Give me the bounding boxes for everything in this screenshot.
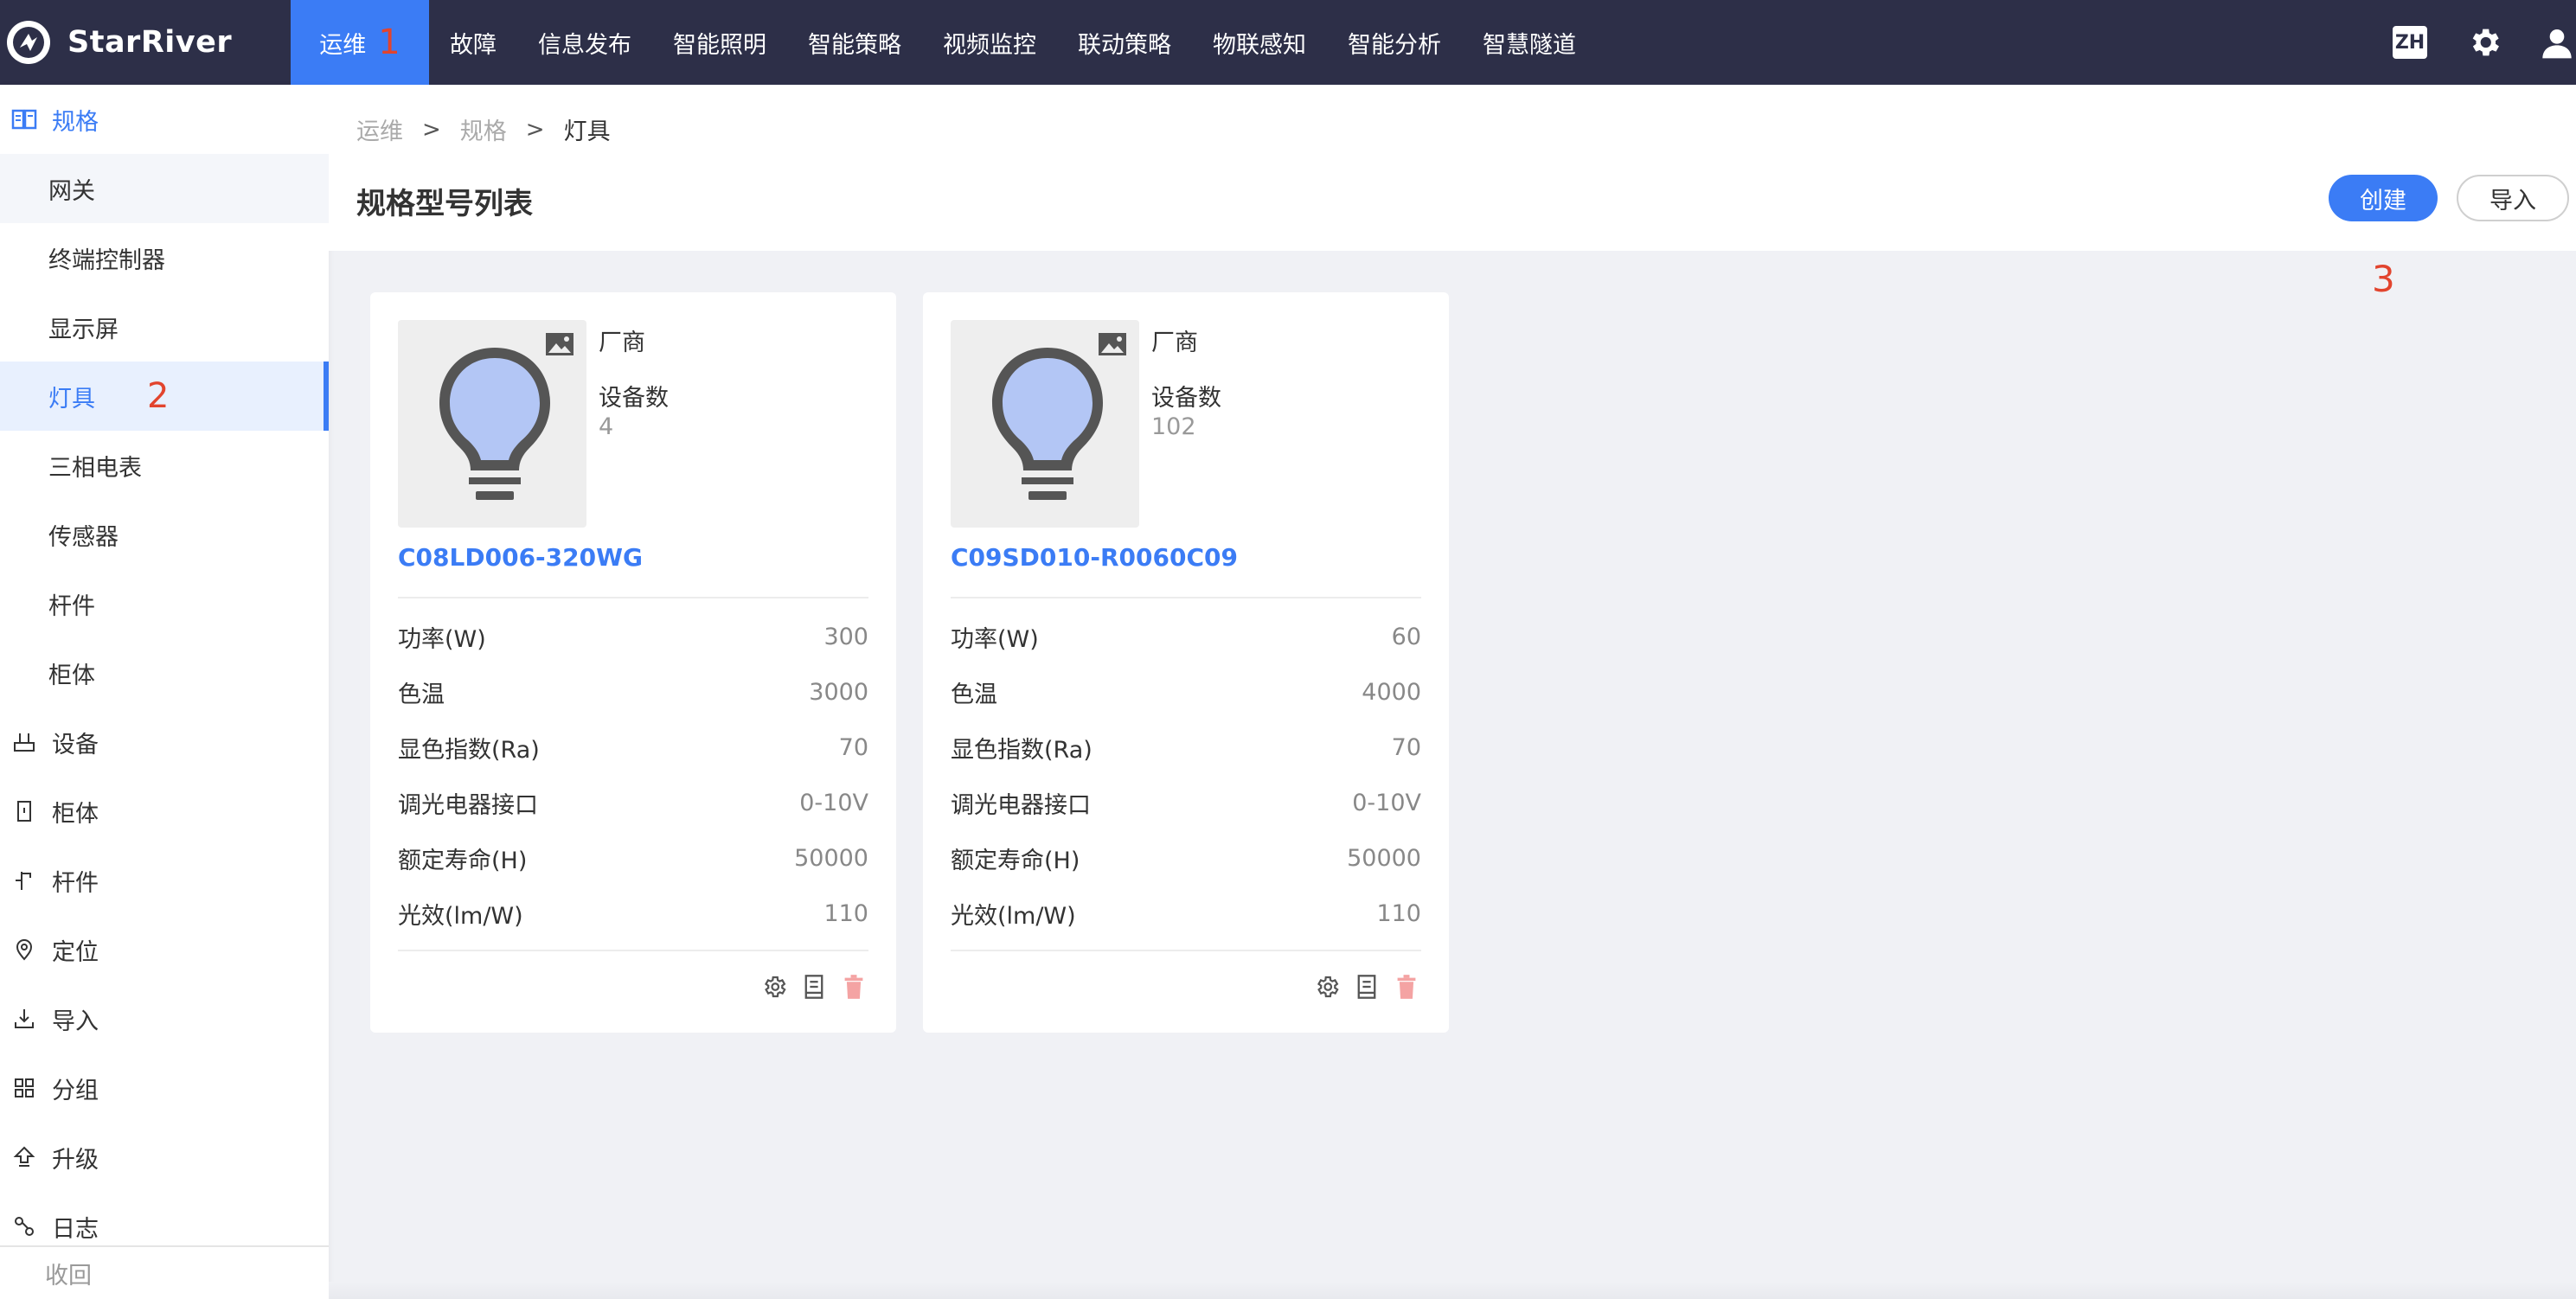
nav-item-fault[interactable]: 故障 xyxy=(429,0,517,85)
card-divider xyxy=(398,950,868,951)
document-icon[interactable] xyxy=(799,972,829,1001)
card-actions xyxy=(1312,972,1421,1001)
spec-row-color-temp: 色温 4000 xyxy=(951,678,1421,708)
location-icon xyxy=(9,934,40,965)
card-divider xyxy=(951,950,1421,951)
chevron-right-icon: > xyxy=(525,116,545,143)
model-link[interactable]: C08LD006-320WG xyxy=(398,543,643,572)
light-bulb-icon xyxy=(439,348,550,500)
device-count-value: 102 xyxy=(1151,413,1196,440)
sidebar-item-pole[interactable]: 杆件 xyxy=(0,846,329,915)
breadcrumb-spec[interactable]: 规格 xyxy=(460,112,507,146)
spec-row-efficacy: 光效(lm/W) 110 xyxy=(398,899,868,930)
sidebar: 规格 网关 终端控制器 显示屏 灯具 2 三相电表 传感器 杆件 柜体 设备 柜… xyxy=(0,85,329,1299)
spec-row-power: 功率(W) 60 xyxy=(951,623,1421,653)
sidebar-item-display[interactable]: 显示屏 xyxy=(0,292,329,362)
grid-icon xyxy=(9,1072,40,1104)
breadcrumb-lamp: 灯具 xyxy=(563,118,611,145)
spec-row-lifetime: 额定寿命(H) 50000 xyxy=(951,844,1421,874)
settings-icon[interactable] xyxy=(759,972,789,1001)
sidebar-item-upgrade[interactable]: 升级 xyxy=(0,1123,329,1192)
model-link[interactable]: C09SD010-R0060C09 xyxy=(951,543,1238,572)
sidebar-item-cabinet[interactable]: 柜体 xyxy=(0,777,329,846)
spec-row-cri: 显色指数(Ra) 70 xyxy=(398,733,868,764)
log-icon xyxy=(9,1211,40,1242)
nav-item-ops[interactable]: 运维 1 xyxy=(291,0,429,85)
nav-item-linkage[interactable]: 联动策略 xyxy=(1057,0,1192,85)
spec-card[interactable]: 厂商 设备数 102 C09SD010-R0060C09 功率(W) 60 色温 4… xyxy=(923,292,1449,1033)
create-button[interactable]: 创建 xyxy=(2329,175,2438,221)
import-icon xyxy=(9,1003,40,1034)
nav-item-info-publish[interactable]: 信息发布 xyxy=(517,0,652,85)
sidebar-item-import[interactable]: 导入 xyxy=(0,984,329,1053)
nav-item-smart-lighting[interactable]: 智能照明 xyxy=(652,0,787,85)
card-divider xyxy=(951,597,1421,598)
spec-row-dimming: 调光电器接口 0-10V xyxy=(398,789,868,819)
step-marker-3: 3 xyxy=(2372,258,2395,300)
top-nav-bar: StarRiver 运维 1 故障 信息发布 智能照明 智能策略 视频监控 联动… xyxy=(0,0,2576,85)
spec-row-dimming: 调光电器接口 0-10V xyxy=(951,789,1421,819)
card-divider xyxy=(398,597,868,598)
step-marker-2: 2 xyxy=(147,376,170,416)
delete-icon[interactable] xyxy=(1392,972,1421,1001)
lamp-thumbnail[interactable] xyxy=(398,320,586,528)
sidebar-item-device[interactable]: 设备 xyxy=(0,707,329,777)
spec-row-color-temp: 色温 3000 xyxy=(398,678,868,708)
nav-item-analysis[interactable]: 智能分析 xyxy=(1327,0,1462,85)
nav-item-tunnel[interactable]: 智慧隧道 xyxy=(1462,0,1597,85)
lamp-thumbnail[interactable] xyxy=(951,320,1139,528)
page-bottom-edge xyxy=(329,1282,2576,1299)
vendor-label: 厂商 xyxy=(1151,330,1198,356)
sidebar-item-pole-spec[interactable]: 杆件 xyxy=(0,569,329,638)
language-switch-button[interactable]: ZH xyxy=(2393,26,2427,59)
delete-icon[interactable] xyxy=(839,972,868,1001)
vendor-label: 厂商 xyxy=(599,330,645,356)
device-count-label: 设备数 xyxy=(599,385,669,412)
sidebar-item-group[interactable]: 分组 xyxy=(0,1053,329,1123)
page-title: 规格型号列表 xyxy=(356,187,533,221)
spec-row-cri: 显色指数(Ra) 70 xyxy=(951,733,1421,764)
light-bulb-icon xyxy=(992,348,1103,500)
sidebar-item-cabinet-spec[interactable]: 柜体 xyxy=(0,638,329,707)
book-icon xyxy=(9,104,40,135)
breadcrumb-ops[interactable]: 运维 xyxy=(356,112,403,146)
settings-icon[interactable] xyxy=(1312,972,1342,1001)
nav-item-video[interactable]: 视频监控 xyxy=(922,0,1057,85)
spec-card[interactable]: 厂商 设备数 4 C08LD006-320WG 功率(W) 300 色温 3000 … xyxy=(370,292,896,1033)
device-count-label: 设备数 xyxy=(1151,385,1221,412)
breadcrumb: 运维 > 规格 > 灯具 xyxy=(356,112,611,146)
spec-row-lifetime: 额定寿命(H) 50000 xyxy=(398,844,868,874)
user-icon[interactable] xyxy=(2538,23,2576,61)
sidebar-item-sensor[interactable]: 传感器 xyxy=(0,500,329,569)
document-icon[interactable] xyxy=(1352,972,1381,1001)
gear-icon[interactable] xyxy=(2465,23,2503,61)
logo-mark-icon xyxy=(7,21,50,64)
nav-item-smart-strategy[interactable]: 智能策略 xyxy=(787,0,922,85)
app-logo[interactable]: StarRiver xyxy=(0,0,291,85)
upgrade-icon xyxy=(9,1142,40,1173)
card-actions xyxy=(759,972,868,1001)
device-count-value: 4 xyxy=(599,413,614,440)
spec-row-efficacy: 光效(lm/W) 110 xyxy=(951,899,1421,930)
page-header: 运维 > 规格 > 灯具 规格型号列表 创建 导入 xyxy=(329,85,2576,251)
sidebar-item-meter[interactable]: 三相电表 xyxy=(0,431,329,500)
step-marker-1: 1 xyxy=(378,22,400,62)
sidebar-group-spec[interactable]: 规格 xyxy=(0,85,329,154)
sidebar-item-gateway[interactable]: 网关 xyxy=(0,154,329,223)
image-icon xyxy=(1099,333,1126,355)
main-nav: 运维 1 故障 信息发布 智能照明 智能策略 视频监控 联动策略 物联感知 智能… xyxy=(291,0,1597,85)
sidebar-item-terminal-controller[interactable]: 终端控制器 xyxy=(0,223,329,292)
sidebar-collapse-button[interactable]: 收回 xyxy=(0,1245,329,1299)
import-button[interactable]: 导入 xyxy=(2457,175,2569,221)
cabinet-icon xyxy=(9,796,40,827)
sidebar-item-location[interactable]: 定位 xyxy=(0,915,329,984)
chevron-right-icon: > xyxy=(422,116,441,143)
nav-item-iot-sensing[interactable]: 物联感知 xyxy=(1192,0,1327,85)
device-icon xyxy=(9,726,40,758)
pole-icon xyxy=(9,865,40,896)
image-icon xyxy=(546,333,574,355)
spec-row-power: 功率(W) 300 xyxy=(398,623,868,653)
sidebar-item-lamp[interactable]: 灯具 2 xyxy=(0,362,329,431)
app-name: StarRiver xyxy=(67,25,233,60)
